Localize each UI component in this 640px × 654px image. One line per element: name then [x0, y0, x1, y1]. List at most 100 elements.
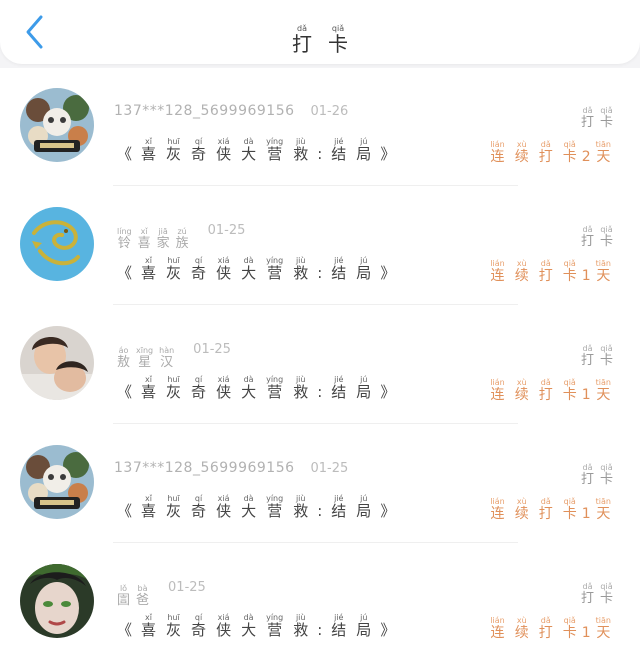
glyph: xǐ 喜	[138, 227, 151, 250]
hanzi: 天	[596, 268, 611, 284]
user-name[interactable]: áo 敖 xīng 星 hàn 汉	[114, 346, 177, 369]
book-title[interactable]: 《 xǐ 喜 huī 灰 qí 奇 xiá 侠 dà 大 yíng 营 jiù 救: jié 结 jú 局》	[113, 251, 399, 281]
hanzi: 救	[293, 621, 309, 639]
glyph: jú 局	[356, 375, 371, 400]
avatar[interactable]	[20, 326, 94, 400]
hanzi: 卡	[562, 506, 577, 522]
checkin-row[interactable]: líng 铃 xǐ 喜 jiā 家 zú 族 01-25 《 xǐ 喜 huī 灰 qí 奇 xiá 侠 dà 大 yí…	[0, 187, 640, 306]
hanzi: 铃	[117, 236, 131, 251]
user-name[interactable]: 137***128_5699969156	[114, 103, 295, 119]
avatar[interactable]	[20, 88, 94, 162]
glyph: xǐ 喜	[141, 375, 156, 400]
page-title-text: dǎ 打 qiǎ 卡	[284, 24, 356, 54]
glyph: dǎ 打	[539, 259, 553, 283]
hanzi: 结	[331, 621, 347, 639]
avatar[interactable]	[20, 564, 94, 638]
glyph: 《	[117, 256, 132, 281]
glyph: 《	[117, 137, 132, 162]
glyph: bà 爸	[136, 584, 149, 607]
glyph: xiá 侠	[216, 494, 231, 519]
glyph: yíng 营	[266, 494, 283, 519]
row-divider	[113, 304, 518, 305]
checkin-row[interactable]: lǒ 圁 bà 爸 01-25 《 xǐ 喜 huī 灰 qí 奇 xiá 侠 dà 大 yíng 营 jiù 救: j…	[0, 544, 640, 654]
hanzi: 营	[267, 383, 283, 401]
hanzi: 续	[514, 387, 529, 403]
user-name[interactable]: líng 铃 xǐ 喜 jiā 家 zú 族	[114, 227, 192, 250]
hanzi: :	[317, 264, 323, 282]
glyph: xiá 侠	[216, 256, 231, 281]
glyph: jié 结	[331, 613, 346, 638]
hanzi: 天	[596, 387, 611, 403]
hanzi: 星	[138, 355, 152, 370]
glyph: jú 局	[356, 256, 371, 281]
hanzi: 结	[331, 383, 347, 401]
hanzi: 》	[380, 383, 396, 401]
glyph: jú 局	[356, 137, 371, 162]
book-title-text: 《 xǐ 喜 huī 灰 qí 奇 xiá 侠 dà 大 yíng 营 jiù 救: jié 结 jú 局》	[113, 137, 399, 162]
glyph: 》	[380, 494, 395, 519]
row-divider	[113, 542, 518, 543]
glyph: xǐ 喜	[141, 613, 156, 638]
hanzi: :	[317, 502, 323, 520]
glyph: dǎ 打	[581, 463, 594, 486]
hanzi: 》	[380, 502, 396, 520]
glyph: qiǎ 卡	[600, 225, 613, 248]
checkin-row[interactable]: 137***128_5699969156 01-25 《 xǐ 喜 huī 灰 qí 奇 xiá 侠…	[0, 425, 640, 544]
hanzi: 局	[356, 502, 372, 520]
streak-badge: lián 连 xù 续 dǎ 打 qiǎ 卡 1 tiān 天	[485, 251, 616, 283]
hanzi: 《	[117, 145, 133, 163]
glyph: dà 大	[241, 494, 256, 519]
hanzi: 圁	[117, 593, 131, 608]
glyph: jiù 救	[293, 613, 308, 638]
hanzi: 连	[490, 387, 505, 403]
hanzi: 打	[538, 506, 553, 522]
glyph: dà 大	[241, 613, 256, 638]
book-title[interactable]: 《 xǐ 喜 huī 灰 qí 奇 xiá 侠 dà 大 yíng 营 jiù 救: jié 结 jú 局》	[113, 489, 399, 519]
hanzi: 灰	[166, 145, 182, 163]
glyph: dǎ 打	[581, 582, 594, 605]
hanzi: 奇	[191, 145, 207, 163]
glyph: qí 奇	[191, 375, 206, 400]
glyph: xiá 侠	[216, 137, 231, 162]
hanzi: 奇	[191, 383, 207, 401]
checkin-label: dǎ 打 qiǎ 卡	[578, 574, 616, 605]
streak-badge: lián 连 xù 续 dǎ 打 qiǎ 卡 1 tiān 天	[485, 608, 616, 640]
avatar[interactable]	[20, 445, 94, 519]
glyph: qí 奇	[191, 494, 206, 519]
checkin-row[interactable]: 137***128_5699969156 01-26 《 xǐ 喜 huī 灰 qí 奇 xiá 侠…	[0, 68, 640, 187]
glyph: :	[317, 137, 322, 162]
book-title[interactable]: 《 xǐ 喜 huī 灰 qí 奇 xiá 侠 dà 大 yíng 营 jiù 救: jié 结 jú 局》	[113, 132, 399, 162]
glyph: yíng 营	[266, 375, 283, 400]
glyph: 1	[582, 616, 591, 640]
user-name[interactable]: lǒ 圁 bà 爸	[114, 584, 152, 607]
glyph: jié 结	[331, 137, 346, 162]
hanzi: 结	[331, 264, 347, 282]
dragon-avatar-icon	[20, 207, 94, 281]
glyph: jiā 家	[157, 227, 170, 250]
user-name[interactable]: 137***128_5699969156	[114, 460, 295, 476]
glyph: lǒ 圁	[117, 584, 130, 607]
checkin-row[interactable]: áo 敖 xīng 星 hàn 汉 01-25 《 xǐ 喜 huī 灰 qí 奇 xiá 侠 dà 大 yíng 营…	[0, 306, 640, 425]
hanzi: 续	[514, 268, 529, 284]
hanzi: 奇	[191, 264, 207, 282]
avatar[interactable]	[20, 207, 94, 281]
hanzi: 《	[117, 383, 133, 401]
hanzi: 1	[581, 268, 591, 284]
hanzi: 》	[380, 621, 396, 639]
glyph: dà 大	[241, 137, 256, 162]
hanzi: 打	[580, 234, 594, 249]
hanzi: 营	[267, 502, 283, 520]
book-title[interactable]: 《 xǐ 喜 huī 灰 qí 奇 xiá 侠 dà 大 yíng 营 jiù 救: jié 结 jú 局》	[113, 370, 399, 400]
glyph: dǎ 打	[581, 225, 594, 248]
cartoon-avatar-icon	[20, 88, 94, 162]
checkin-date: 01-25	[168, 580, 206, 595]
hanzi: 卡	[599, 234, 613, 249]
hanzi: 大	[241, 502, 257, 520]
glyph: jiù 救	[293, 256, 308, 281]
hanzi: 连	[490, 268, 505, 284]
glyph: qiǎ 卡	[600, 582, 613, 605]
hanzi: 侠	[216, 383, 232, 401]
book-title[interactable]: 《 xǐ 喜 huī 灰 qí 奇 xiá 侠 dà 大 yíng 营 jiù 救: jié 结 jú 局》	[113, 608, 399, 638]
hanzi: 侠	[216, 502, 232, 520]
glyph: dǎ 打	[581, 106, 594, 129]
